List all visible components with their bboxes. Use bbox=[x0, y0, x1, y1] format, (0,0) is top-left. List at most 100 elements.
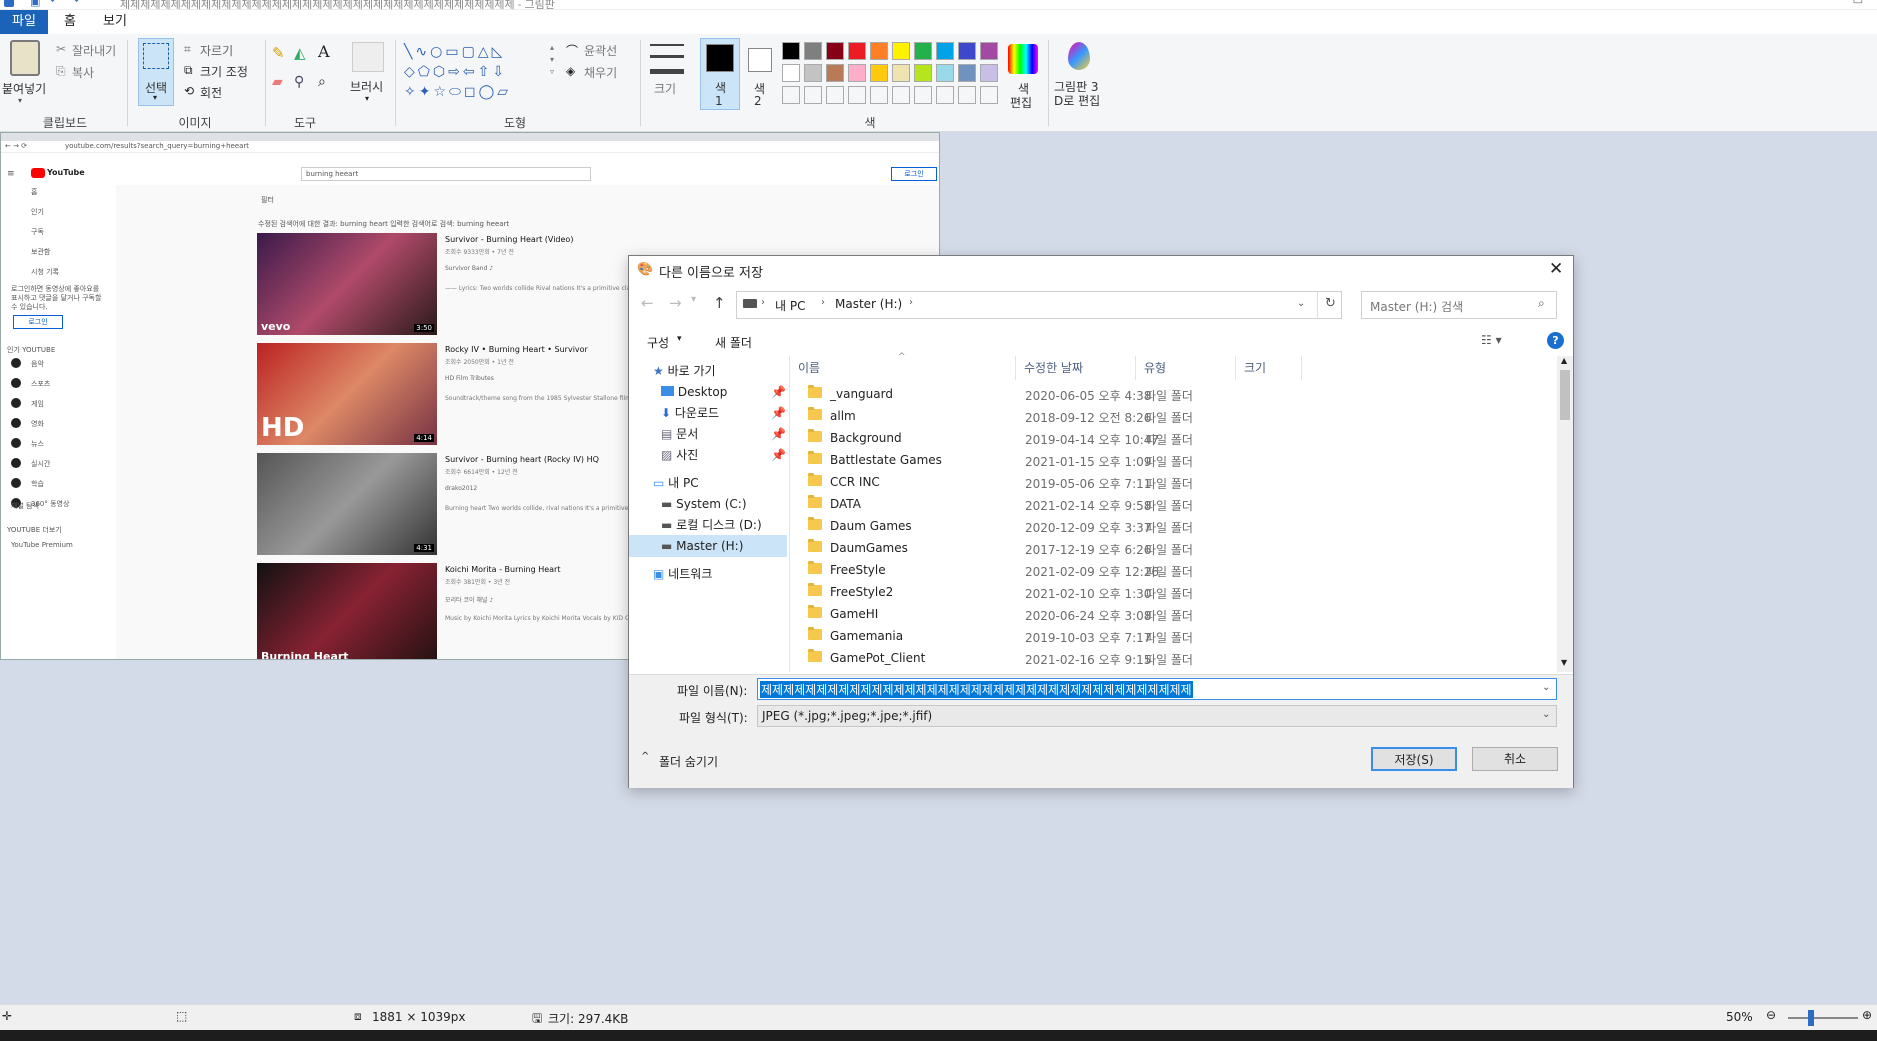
tab-file[interactable]: 파일 bbox=[0, 10, 48, 34]
palette-swatch[interactable] bbox=[936, 86, 954, 104]
file-row[interactable]: Battlestate Games 2021-01-15 오후 1:09 파일 폴더 bbox=[790, 450, 1558, 471]
file-row[interactable]: GamePot_Client 2021-02-16 오후 9:15 파일 폴더 bbox=[790, 648, 1558, 669]
file-row[interactable]: Gamemania 2019-10-03 오후 7:17 파일 폴더 bbox=[790, 626, 1558, 647]
palette-swatch[interactable] bbox=[848, 42, 866, 60]
size-button[interactable]: 크기 bbox=[654, 80, 676, 97]
eraser-icon[interactable]: ▰ bbox=[272, 74, 283, 90]
nav-thispc[interactable]: ▭ 내 PC bbox=[629, 472, 787, 494]
color1-button[interactable]: 색 1 bbox=[700, 38, 740, 110]
up-icon[interactable]: ↑ bbox=[713, 294, 726, 312]
tab-home[interactable]: 홈 bbox=[50, 10, 90, 34]
refresh-icon[interactable]: ↻ bbox=[1325, 296, 1336, 311]
tab-view[interactable]: 보기 bbox=[95, 10, 135, 34]
shapes-scroll[interactable]: ▴ ▾ ▿ bbox=[550, 42, 554, 78]
view-options-icon[interactable]: ☷ ▾ bbox=[1481, 333, 1502, 347]
scroll-up-icon[interactable]: ▲ bbox=[1561, 356, 1567, 365]
text-tool-icon[interactable]: A bbox=[318, 42, 330, 61]
column-date[interactable]: 수정한 날짜 bbox=[1016, 356, 1136, 380]
palette-swatch[interactable] bbox=[826, 64, 844, 82]
chevron-down-icon[interactable]: ▾ bbox=[18, 96, 22, 105]
palette-swatch[interactable] bbox=[782, 64, 800, 82]
palette-swatch[interactable] bbox=[870, 86, 888, 104]
close-icon[interactable]: ✕ bbox=[1549, 259, 1563, 279]
filename-input[interactable]: 제제제제제제제제제제제제제제제제제제제제제제제제제제제제제제제제제제제제제제제 bbox=[760, 681, 1193, 698]
file-row[interactable]: allm 2018-09-12 오전 8:26 파일 폴더 bbox=[790, 406, 1558, 427]
palette-swatch[interactable] bbox=[980, 86, 998, 104]
scroll-thumb[interactable] bbox=[1560, 370, 1570, 420]
file-row[interactable]: DaumGames 2017-12-19 오후 6:26 파일 폴더 bbox=[790, 538, 1558, 559]
palette-swatch[interactable] bbox=[826, 86, 844, 104]
nav-downloads[interactable]: ⬇ 다운로드 📌 bbox=[629, 402, 787, 424]
palette-swatch[interactable] bbox=[914, 64, 932, 82]
address-bar[interactable]: › 내 PC › Master (H:) › ⌄ ↻ bbox=[736, 291, 1342, 319]
help-icon[interactable]: ? bbox=[1547, 332, 1564, 349]
chevron-down-icon[interactable]: ▾ bbox=[365, 94, 369, 103]
zoom-in-icon[interactable]: ⊕ bbox=[1862, 1008, 1872, 1022]
brush-icon[interactable] bbox=[352, 42, 384, 72]
organize-button[interactable]: 구성 bbox=[647, 334, 669, 351]
chevron-down-icon[interactable]: ▾ bbox=[677, 334, 682, 344]
file-row[interactable]: _vanguard 2020-06-05 오후 4:38 파일 폴더 bbox=[790, 384, 1558, 405]
shapes-gallery[interactable]: ╲∿○▭▢△◺ ◇⬠⬡⇨⇦⇧⇩ ✧✦☆⬭◻◯▱ bbox=[404, 42, 550, 102]
resize-button[interactable]: 크기 조정 bbox=[200, 63, 248, 80]
palette-swatch[interactable] bbox=[848, 86, 866, 104]
pencil-icon[interactable]: ✎ bbox=[272, 44, 285, 62]
nav-local-d[interactable]: ▬ 로컬 디스크 (D:) bbox=[629, 514, 787, 536]
save-icon[interactable]: ▣ bbox=[30, 0, 40, 8]
chevron-down-icon[interactable]: ⌄ bbox=[1542, 709, 1550, 720]
palette-swatch[interactable] bbox=[958, 42, 976, 60]
zoom-slider-thumb[interactable] bbox=[1808, 1010, 1814, 1026]
redo-icon[interactable]: ↷ bbox=[70, 0, 79, 7]
nav-network[interactable]: ▣ 네트워크 bbox=[629, 563, 787, 585]
palette-swatch[interactable] bbox=[870, 64, 888, 82]
palette-swatch[interactable] bbox=[804, 64, 822, 82]
outline-button[interactable]: 윤곽선 bbox=[584, 42, 617, 59]
palette-swatch[interactable] bbox=[958, 86, 976, 104]
color-picker-icon[interactable]: ⚲ bbox=[294, 74, 304, 90]
column-size[interactable]: 크기 bbox=[1236, 356, 1302, 380]
palette-swatch[interactable] bbox=[980, 42, 998, 60]
recent-dropdown-icon[interactable]: ▾ bbox=[691, 294, 696, 305]
palette-swatch[interactable] bbox=[980, 64, 998, 82]
paint3d-line2[interactable]: D로 편집 bbox=[1054, 92, 1100, 109]
palette-swatch[interactable] bbox=[892, 64, 910, 82]
palette-swatch[interactable] bbox=[914, 86, 932, 104]
filename-field[interactable]: 제제제제제제제제제제제제제제제제제제제제제제제제제제제제제제제제제제제제제제제 … bbox=[757, 678, 1557, 700]
undo-icon[interactable]: ↶ bbox=[50, 0, 59, 7]
edit-colors-label-b[interactable]: 편집 bbox=[1010, 94, 1032, 111]
palette-swatch[interactable] bbox=[936, 42, 954, 60]
palette-swatch[interactable] bbox=[958, 64, 976, 82]
magnifier-icon[interactable]: ⌕ bbox=[318, 74, 326, 90]
crop-button[interactable]: 자르기 bbox=[200, 42, 233, 59]
palette-swatch[interactable] bbox=[782, 42, 800, 60]
restore-icon[interactable]: ▭ bbox=[1853, 0, 1863, 7]
paste-button[interactable]: 붙여넣기 bbox=[2, 80, 46, 97]
column-type[interactable]: 유형 bbox=[1136, 356, 1236, 380]
fill-bucket-icon[interactable]: ◭ bbox=[294, 44, 306, 62]
forward-icon[interactable]: → bbox=[669, 294, 682, 312]
file-row[interactable]: Background 2019-04-14 오후 10:47 파일 폴더 bbox=[790, 428, 1558, 449]
select-button[interactable]: 선택 ▾ bbox=[138, 38, 174, 106]
chevron-up-icon[interactable]: ^ bbox=[641, 751, 649, 762]
new-folder-button[interactable]: 새 폴더 bbox=[715, 334, 752, 351]
nav-desktop[interactable]: Desktop 📌 bbox=[629, 381, 787, 403]
fill-button[interactable]: 채우기 bbox=[584, 64, 617, 81]
cut-button[interactable]: 잘라내기 bbox=[72, 42, 116, 59]
palette-swatch[interactable] bbox=[826, 42, 844, 60]
palette-swatch[interactable] bbox=[804, 86, 822, 104]
nav-pictures[interactable]: ▨ 사진 📌 bbox=[629, 444, 787, 466]
zoom-slider[interactable] bbox=[1788, 1017, 1858, 1019]
brush-button[interactable]: 브러시 bbox=[350, 78, 383, 95]
file-list-scrollbar[interactable]: ▲ ▼ bbox=[1557, 356, 1573, 672]
search-input[interactable]: Master (H:) 검색 bbox=[1370, 298, 1463, 315]
breadcrumb-master[interactable]: Master (H:) bbox=[835, 297, 902, 311]
palette-swatch[interactable] bbox=[848, 64, 866, 82]
hide-folders-button[interactable]: 폴더 숨기기 bbox=[659, 753, 718, 770]
palette-swatch[interactable] bbox=[914, 42, 932, 60]
nav-documents[interactable]: ▤ 문서 📌 bbox=[629, 423, 787, 445]
search-icon[interactable]: ⌕ bbox=[1538, 296, 1545, 311]
filetype-select[interactable]: JPEG (*.jpg;*.jpeg;*.jpe;*.jfif) ⌄ bbox=[757, 705, 1557, 727]
breadcrumb-thispc[interactable]: 내 PC bbox=[775, 297, 805, 314]
color2-swatch[interactable] bbox=[748, 48, 772, 72]
scroll-down-icon[interactable]: ▼ bbox=[1561, 658, 1567, 667]
